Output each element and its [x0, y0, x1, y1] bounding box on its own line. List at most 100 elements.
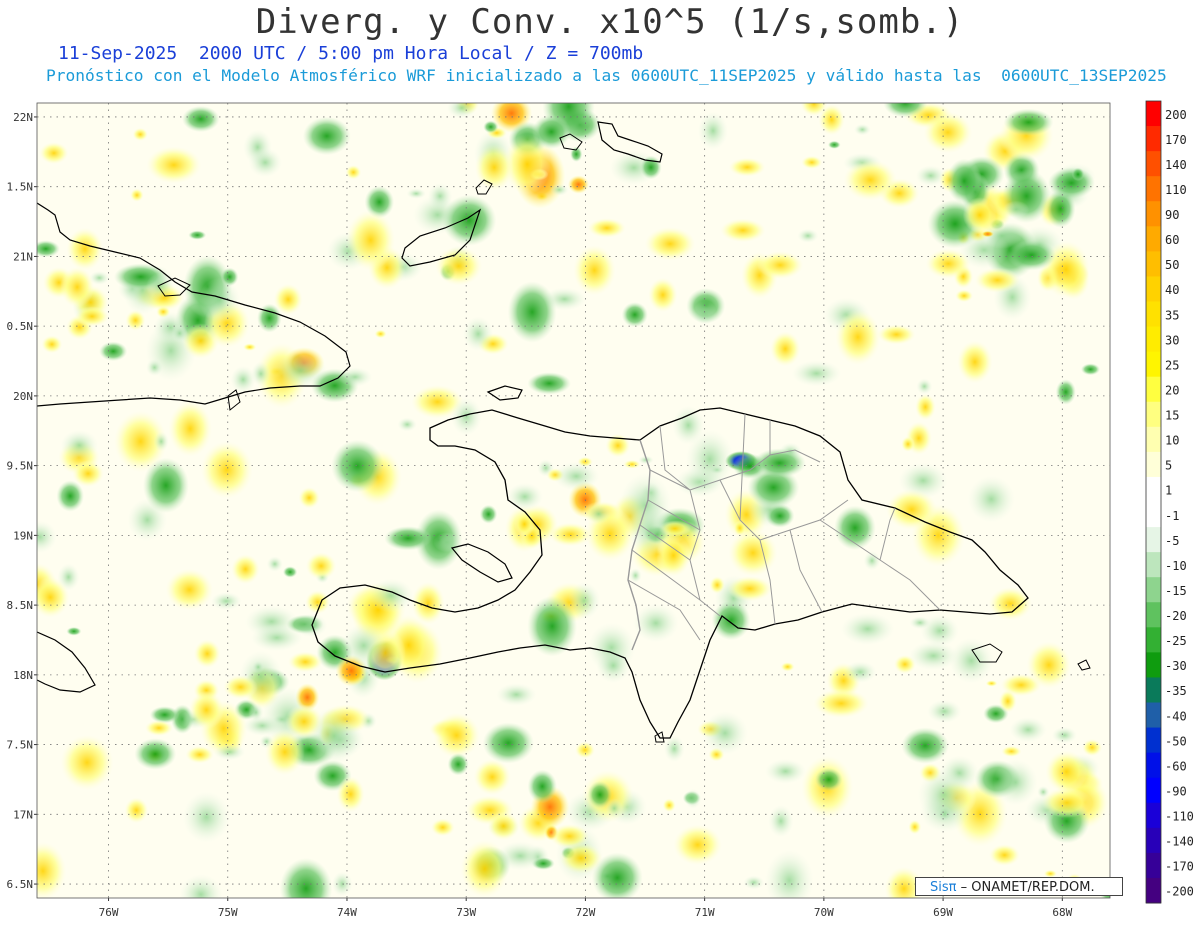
field-blob	[397, 417, 417, 432]
field-blob	[527, 372, 571, 395]
field-blob	[549, 183, 569, 196]
credit-box: Sisπ – ONAMET/REP.DOM.	[915, 877, 1123, 896]
field-blob	[483, 120, 499, 134]
field-blob	[384, 526, 432, 551]
field-blob	[993, 759, 1038, 806]
colorbar-swatch	[1146, 877, 1161, 904]
lat-tick-label: 6.5N	[7, 878, 34, 891]
colorbar-swatch	[1146, 852, 1161, 879]
field-blob	[153, 431, 169, 452]
lat-tick-label: 18N	[13, 669, 33, 682]
field-blob	[962, 197, 997, 234]
field-blob	[179, 874, 223, 898]
colorbar-swatch	[1146, 702, 1161, 729]
field-blob	[780, 662, 795, 672]
field-blob	[243, 343, 257, 351]
colorbar-label: 20	[1165, 384, 1179, 398]
colorbar-label: -60	[1165, 759, 1187, 773]
field-blob	[182, 105, 220, 133]
field-blob	[925, 248, 971, 279]
colorbar-label: 110	[1165, 183, 1187, 197]
lon-tick-label: 72W	[575, 906, 595, 919]
colorbar-swatch	[1146, 276, 1161, 302]
field-blob	[720, 218, 766, 243]
field-blob	[757, 251, 804, 280]
field-blob	[673, 824, 722, 866]
colorbar-label: 140	[1165, 158, 1187, 172]
field-blob	[926, 699, 962, 724]
field-blob	[496, 683, 537, 707]
field-blob	[863, 551, 881, 571]
colorbar-swatch	[1146, 176, 1161, 202]
field-blob	[198, 277, 241, 323]
field-blob	[727, 576, 773, 602]
field-blob	[1082, 738, 1103, 757]
field-blob	[1007, 239, 1056, 271]
lon-tick-label: 76W	[99, 906, 119, 919]
field-blob	[843, 661, 877, 683]
field-blob	[60, 429, 99, 461]
field-blob	[230, 365, 256, 394]
field-blob	[37, 841, 67, 898]
field-blob	[946, 158, 982, 204]
colorbar-label: -40	[1165, 709, 1187, 723]
field-blob	[433, 712, 480, 759]
field-blob	[144, 720, 173, 736]
colorbar-swatch	[1146, 652, 1161, 678]
field-blob	[188, 230, 207, 240]
field-blob	[629, 568, 642, 583]
colorbar-swatch	[1146, 627, 1161, 653]
field-blob	[989, 844, 1020, 866]
colorbar-swatch	[1146, 376, 1161, 403]
field-blob	[146, 358, 163, 377]
field-blob	[213, 743, 246, 761]
field-blob	[1051, 726, 1078, 744]
sispi-logo: Sisπ	[930, 880, 957, 895]
field-blob	[559, 842, 603, 874]
field-blob	[813, 688, 869, 719]
field-blob	[430, 818, 455, 837]
field-blob	[514, 511, 535, 537]
field-blob	[815, 767, 843, 792]
field-blob	[743, 875, 765, 890]
field-blob	[843, 159, 897, 201]
field-blob	[165, 568, 214, 611]
field-blob	[1009, 717, 1047, 743]
field-blob	[901, 727, 950, 764]
colorbar-legend: 200 170 140 110 90 60 50 40 35 30 25 20 15 10 5 1 -1 -5 -1…	[1145, 100, 1194, 904]
field-blob	[573, 245, 616, 296]
field-blob	[60, 734, 114, 791]
field-blob	[146, 146, 202, 184]
field-blob	[728, 157, 766, 177]
lat-tick-label: 19N	[13, 529, 33, 542]
colorbar-swatch	[1146, 126, 1161, 152]
lat-tick-label: 1.5N	[7, 181, 34, 194]
field-blob	[435, 246, 483, 286]
field-blob	[1047, 167, 1095, 199]
field-blob	[764, 758, 807, 784]
colorbar-swatch	[1146, 301, 1161, 328]
colorbar-label: -110	[1165, 810, 1194, 824]
field-blob	[132, 127, 148, 141]
colorbar-label: -170	[1165, 860, 1194, 874]
lon-tick-label: 71W	[695, 906, 715, 919]
field-blob	[632, 603, 679, 643]
colorbar-swatch	[1146, 476, 1161, 503]
field-blob	[733, 520, 747, 536]
field-blob	[72, 460, 104, 487]
lon-tick-label: 74W	[337, 906, 357, 919]
colorbar-swatch	[1146, 101, 1161, 127]
lat-tick-label: 0.5N	[7, 320, 34, 333]
colorbar-swatch	[1146, 827, 1161, 854]
field-blob	[877, 324, 916, 345]
field-blob	[487, 811, 520, 841]
field-blob	[336, 776, 365, 813]
colorbar-swatch	[1146, 552, 1161, 578]
field-blob	[854, 123, 871, 136]
field-blob	[568, 582, 601, 620]
field-blob	[711, 600, 751, 641]
colorbar-swatch	[1146, 326, 1161, 353]
field-blob	[200, 441, 253, 499]
field-blob	[66, 227, 104, 271]
field-blob	[193, 639, 221, 669]
